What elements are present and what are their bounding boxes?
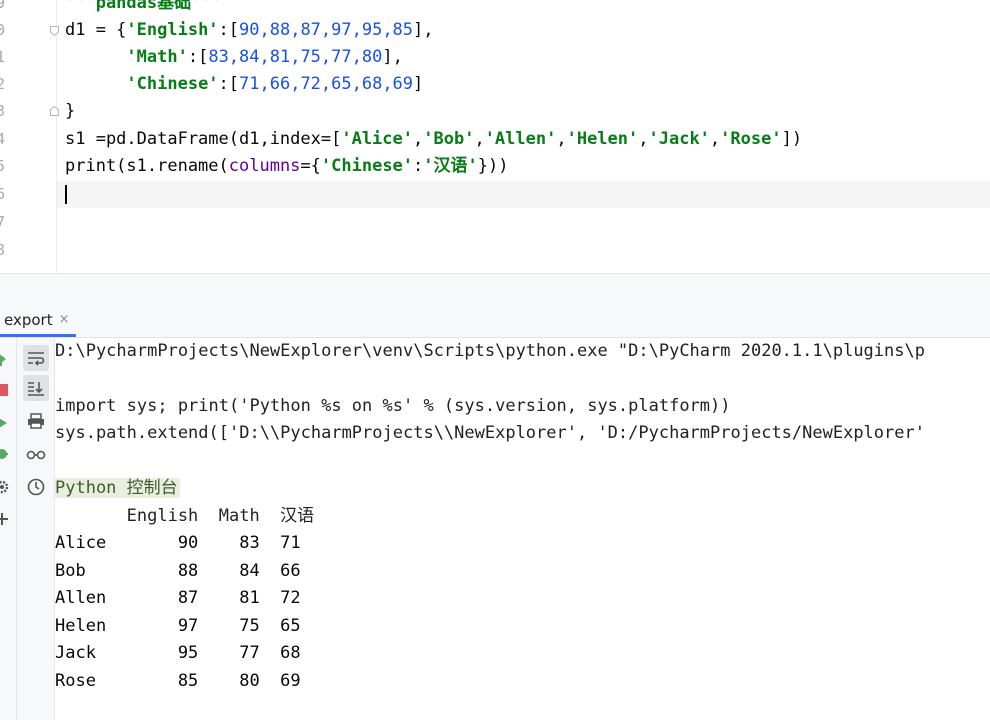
code-line[interactable]: 'Math':[83,84,81,75,77,80], xyxy=(65,44,402,71)
current-line[interactable] xyxy=(57,181,990,208)
text-caret xyxy=(65,184,67,204)
string-literal: 'Alice' xyxy=(341,129,413,149)
code-text: d1 = { xyxy=(65,20,127,40)
line-number: 6 xyxy=(0,185,6,203)
stop-icon[interactable] xyxy=(0,381,10,399)
console-line: import sys; print('Python %s on %s' % (s… xyxy=(55,396,731,416)
scroll-to-end-icon[interactable] xyxy=(23,375,49,401)
code-line[interactable]: } xyxy=(65,98,75,125)
code-text: s1 =pd.DataFrame(d1,index=[ xyxy=(65,129,342,149)
print-icon[interactable] xyxy=(23,408,49,434)
console-banner: Python 控制台 xyxy=(55,478,180,498)
run-actions-toolbar xyxy=(0,338,17,720)
keyword-argument: columns xyxy=(228,156,301,176)
string-literal: 'Allen' xyxy=(484,129,557,149)
dataframe-row: Allen 87 81 72 xyxy=(55,588,301,608)
string-literal: 'Rose' xyxy=(720,129,782,149)
number-list: 90,88,87,97,95,85 xyxy=(239,20,414,40)
code-text: ={ xyxy=(300,156,321,176)
run-tool-window-header: export × xyxy=(0,305,990,338)
line-number: 3 xyxy=(0,102,6,120)
line-number: 7 xyxy=(0,213,6,231)
code-text: } xyxy=(65,101,76,121)
python-console-output[interactable]: D:\PycharmProjects\NewExplorer\venv\Scri… xyxy=(55,338,990,720)
code-text: ]) xyxy=(781,129,803,149)
line-number: 5 xyxy=(0,157,6,175)
dataframe-header: English Math 汉语 xyxy=(55,506,315,526)
code-line[interactable]: d1 = {'English':[90,88,87,97,95,85], xyxy=(65,17,434,44)
line-number: 2 xyxy=(0,75,6,93)
line-number: 1 xyxy=(0,48,6,66)
line-number: 0 xyxy=(0,21,6,39)
string-literal: 'Chinese' xyxy=(126,74,219,94)
console-toolbar xyxy=(17,338,55,720)
console-line: Python 控制台 xyxy=(55,475,180,502)
line-number: 9 xyxy=(0,0,6,12)
dataframe-row: Alice 90 83 71 xyxy=(55,533,301,553)
string-literal: '汉语' xyxy=(423,156,478,176)
soft-wrap-icon[interactable] xyxy=(23,345,49,371)
run-tab-label: export xyxy=(4,310,53,329)
dataframe-row: Bob 88 84 66 xyxy=(55,561,301,581)
history-icon[interactable] xyxy=(23,474,49,500)
code-text: print(s1.rename( xyxy=(65,156,229,176)
settings-gear-icon[interactable] xyxy=(0,478,10,496)
dataframe-row: Rose 85 80 69 xyxy=(55,671,301,691)
rerun-icon[interactable] xyxy=(0,350,10,368)
add-icon[interactable] xyxy=(0,510,10,528)
code-editor[interactable]: 9 0 1 2 3 4 5 6 7 8 '''pandas基础''' d1 = … xyxy=(0,0,990,273)
fold-close-icon[interactable] xyxy=(50,106,59,116)
console-line: D:\PycharmProjects\NewExplorer\venv\Scri… xyxy=(55,341,925,361)
string-literal: 'Bob' xyxy=(423,129,475,149)
code-line[interactable]: '''pandas基础''' xyxy=(65,0,222,17)
panel-splitter[interactable] xyxy=(0,273,990,306)
dataframe-row: Jack 95 77 68 xyxy=(55,643,301,663)
code-text: : xyxy=(413,156,424,176)
console-line: sys.path.extend(['D:\\PycharmProjects\\N… xyxy=(55,423,925,443)
number-list: 83,84,81,75,77,80 xyxy=(208,47,383,67)
string-literal: 'Jack' xyxy=(648,129,710,149)
code-line[interactable]: 'Chinese':[71,66,72,65,68,69] xyxy=(65,71,423,98)
line-number: 8 xyxy=(0,241,6,259)
dataframe-row: Helen 97 75 65 xyxy=(55,616,301,636)
line-number-gutter: 9 0 1 2 3 4 5 6 7 8 xyxy=(0,0,59,273)
string-literal: 'Helen' xyxy=(566,129,639,149)
code-text: })) xyxy=(477,156,509,176)
view-mode-icon[interactable] xyxy=(23,441,49,467)
line-number: 4 xyxy=(0,130,6,148)
code-line[interactable]: print(s1.rename(columns={'Chinese':'汉语'}… xyxy=(65,153,508,180)
close-tab-icon[interactable]: × xyxy=(59,312,70,327)
debug-icon[interactable] xyxy=(0,445,10,463)
fold-open-icon[interactable] xyxy=(50,26,59,36)
docstring: '''pandas基础''' xyxy=(65,0,222,13)
run-tab-export[interactable]: export × xyxy=(0,305,76,337)
number-list: 71,66,72,65,68,69 xyxy=(239,74,414,94)
code-line[interactable]: s1 =pd.DataFrame(d1,index=['Alice','Bob'… xyxy=(65,126,802,153)
run-icon[interactable] xyxy=(0,414,10,432)
string-literal: 'English' xyxy=(126,20,219,40)
string-literal: 'Chinese' xyxy=(320,156,414,176)
string-literal: 'Math' xyxy=(126,47,188,67)
